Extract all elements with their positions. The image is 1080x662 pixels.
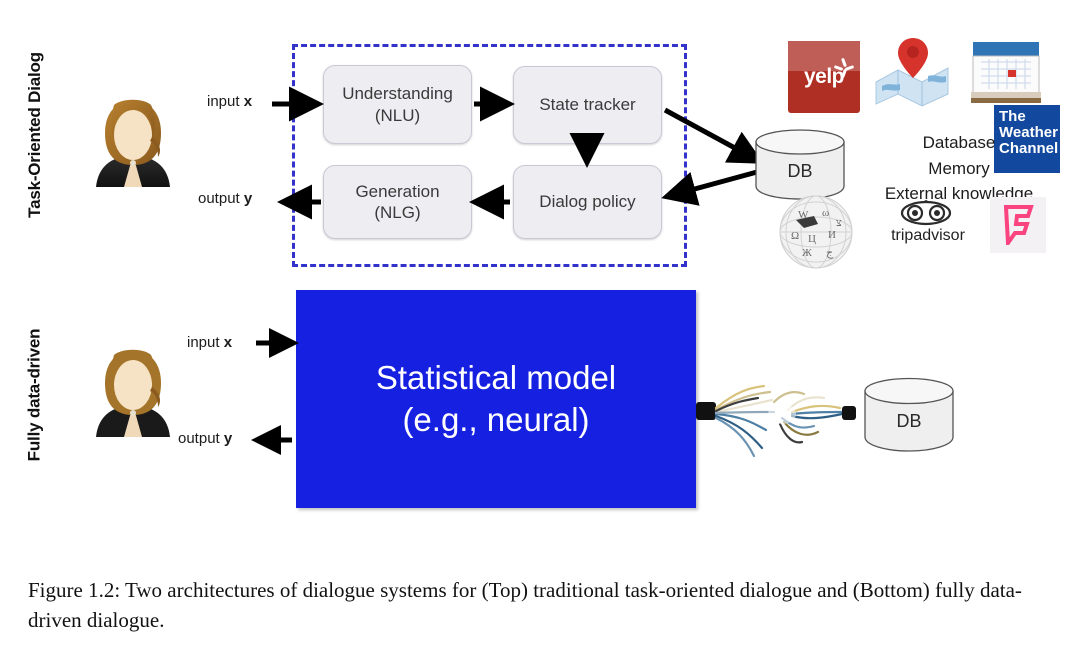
database-label-bottom: DB (896, 411, 921, 431)
cable-bundle-connector (696, 368, 866, 483)
figure-caption: Figure 1.2: Two architectures of dialogu… (28, 578, 1022, 633)
bottom-arrows-layer (250, 328, 300, 455)
database-cylinder-bottom: DB (862, 375, 956, 460)
figure-diagram: Task-Oriented Dialog input x output y Un… (0, 0, 1080, 560)
